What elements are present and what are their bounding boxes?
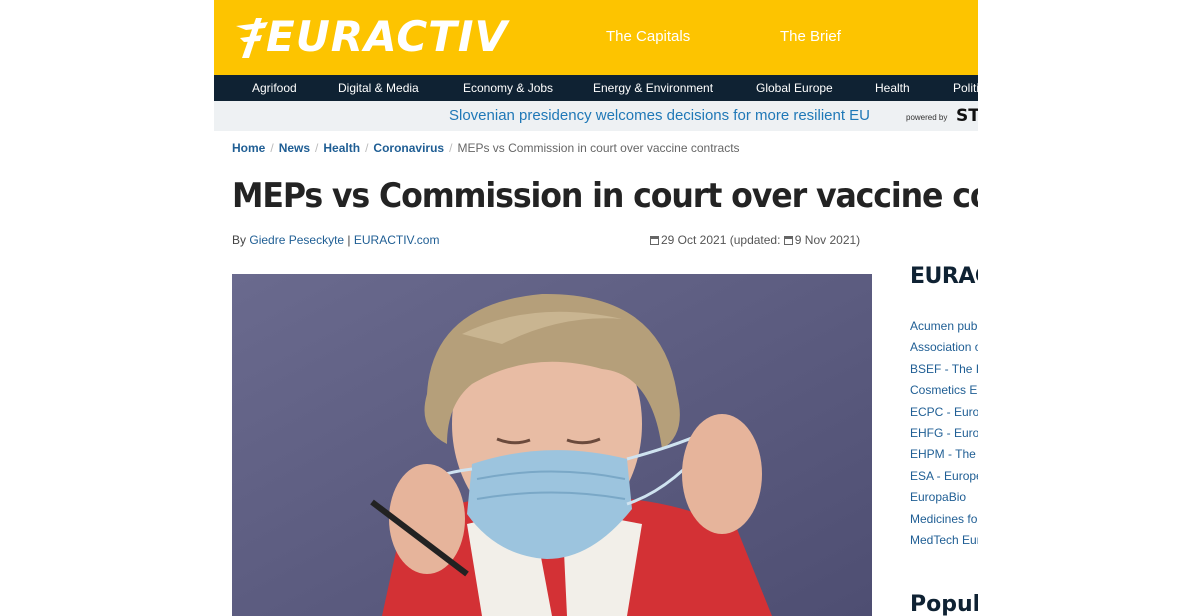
news-ticker: Slovenian presidency welcomes decisions … [214,101,978,131]
site-header: EURACTIV The Capitals The Brief [214,0,978,75]
sidebar-popular-title: Popular [910,592,978,616]
nav-item-agrifood[interactable]: Agrifood [252,75,297,101]
sidebar-item[interactable]: EHFG - European [910,425,978,446]
hero-photo-illustration [232,274,872,616]
site-logo[interactable]: EURACTIV [232,12,508,62]
author-link[interactable]: Giedre Peseckyte [249,233,344,247]
publish-date: 29 Oct 2021 [661,233,727,247]
updated-prefix: (updated: [729,233,781,247]
ticker-brand-logo: STA [956,106,978,126]
breadcrumb-news[interactable]: News [279,141,310,155]
sidebar-item[interactable]: EHPM - The European [910,446,978,467]
ticker-headline[interactable]: Slovenian presidency welcomes decisions … [449,107,870,124]
sidebar-item[interactable]: ESA - European [910,468,978,489]
category-nav: Agrifood Digital & Media Economy & Jobs … [214,75,978,101]
breadcrumb: Home / News / Health / Coronavirus / MEPs vs Com… [232,141,740,155]
nav-item-health[interactable]: Health [875,75,910,101]
sidebar-title: EURACTIV [910,264,978,289]
sidebar-item[interactable]: BSEF - The International [910,361,978,382]
article-hero-image [232,274,872,616]
updated-date: 9 Nov 2021) [794,233,861,247]
breadcrumb-separator: / [270,141,274,155]
nav-item-digital-media[interactable]: Digital & Media [338,75,419,101]
page-frame: EURACTIV The Capitals The Brief Agrifood… [214,0,978,616]
nav-item-global-europe[interactable]: Global Europe [756,75,833,101]
sidebar-item[interactable]: ECPC - European [910,404,978,425]
sidebar-item[interactable]: Acumen public affairs [910,318,978,339]
calendar-icon [650,236,659,245]
article-dates: 29 Oct 2021 (updated: 9 Nov 2021) [650,233,860,247]
logo-text: EURACTIV [266,12,508,61]
sidebar-list: Acumen public affairs Association of BSE… [910,318,978,553]
nav-the-brief[interactable]: The Brief [780,28,841,45]
nav-item-energy-environment[interactable]: Energy & Environment [593,75,713,101]
breadcrumb-separator: / [365,141,369,155]
sidebar-item[interactable]: EuropaBio [910,489,978,510]
source-link[interactable]: EURACTIV.com [354,233,440,247]
calendar-icon [783,236,793,245]
breadcrumb-separator: / [315,141,319,155]
article-byline: By Giedre Peseckyte | EURACTIV.com [232,233,439,247]
breadcrumb-current: MEPs vs Commission in court over vaccine… [457,141,740,155]
sidebar-item[interactable]: MedTech Europe [910,532,978,553]
breadcrumb-health[interactable]: Health [323,141,360,155]
ticker-powered-label: powered by [906,113,948,122]
nav-item-economy-jobs[interactable]: Economy & Jobs [463,75,553,101]
sidebar-item[interactable]: Association of [910,339,978,360]
sidebar-item[interactable]: Medicines for Europe [910,511,978,532]
breadcrumb-coronavirus[interactable]: Coronavirus [373,141,444,155]
byline-by-label: By [232,233,247,247]
article-title: MEPs vs Commission in court over vaccine… [232,176,978,216]
breadcrumb-home[interactable]: Home [232,141,265,155]
sidebar-item[interactable]: Cosmetics Europe [910,382,978,403]
breadcrumb-separator: / [449,141,453,155]
nav-the-capitals[interactable]: The Capitals [606,28,690,45]
byline-separator: | [347,233,351,247]
nav-item-politics[interactable]: Politics [953,75,978,101]
